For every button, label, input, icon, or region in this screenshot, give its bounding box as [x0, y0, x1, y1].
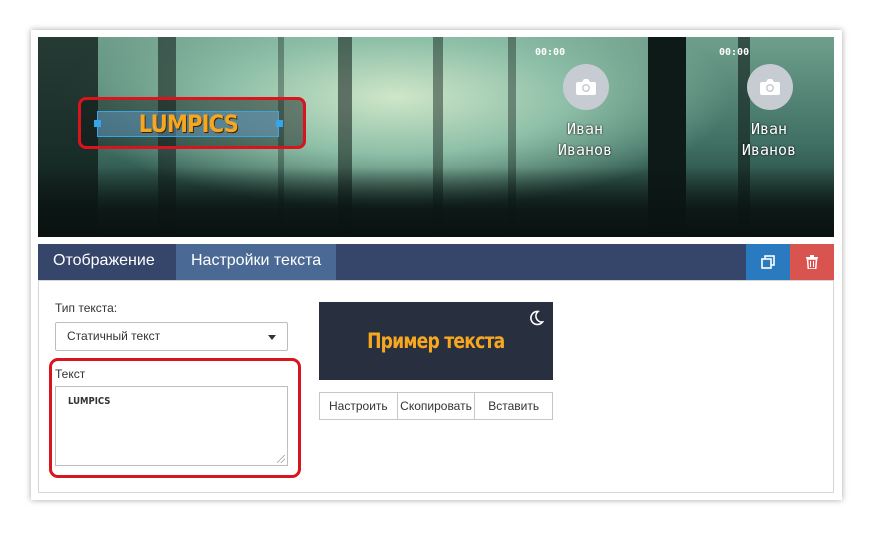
profile-name: Иван Иванов [741, 120, 797, 159]
text-settings-panel: Тип текста: Статичный текст Текст LUMPIC… [38, 280, 834, 493]
tab-bar: Отображение Настройки текста [38, 244, 834, 280]
tab-display[interactable]: Отображение [38, 244, 170, 280]
delete-button[interactable] [790, 244, 834, 280]
text-preview: Пример текста [319, 302, 553, 380]
preview-actions: Настроить Скопировать Вставить [319, 392, 554, 420]
text-input-value: LUMPICS [68, 396, 111, 407]
profile-name: Иван Иванов [557, 120, 613, 159]
trash-icon [806, 255, 818, 269]
preview-sample-text: Пример текста [367, 329, 505, 353]
copy-button[interactable]: Скопировать [396, 392, 476, 420]
text-input[interactable]: LUMPICS [55, 386, 288, 466]
profile-time: 00:00 [719, 47, 750, 58]
configure-button[interactable]: Настроить [319, 392, 398, 420]
text-type-label: Тип текста: [55, 301, 118, 315]
moon-icon[interactable] [528, 310, 544, 326]
logo-text: LUMPICS [138, 110, 238, 138]
text-type-value: Статичный текст [67, 329, 161, 343]
logo-highlight-frame: LUMPICS [78, 97, 306, 149]
camera-icon [747, 64, 793, 110]
duplicate-button[interactable] [746, 244, 790, 280]
logo-text-element[interactable]: LUMPICS [97, 110, 279, 138]
profile-time: 00:00 [535, 47, 566, 58]
widget-editor-card: LUMPICS 00:00 Иван Иванов 00:00 Иван Ива… [31, 30, 842, 500]
tab-text-settings[interactable]: Настройки текста [176, 244, 337, 280]
cover-banner[interactable]: LUMPICS 00:00 Иван Иванов 00:00 Иван Ива… [38, 37, 834, 237]
paste-button[interactable]: Вставить [474, 392, 554, 420]
resize-handle-left[interactable] [94, 120, 101, 127]
copy-icon [761, 255, 775, 269]
resize-handle-right[interactable] [276, 120, 283, 127]
resize-grip-icon[interactable] [277, 455, 285, 463]
text-type-select[interactable]: Статичный текст [55, 322, 288, 351]
camera-icon [563, 64, 609, 110]
text-label: Текст [55, 367, 86, 381]
caret-down-icon [268, 335, 276, 340]
